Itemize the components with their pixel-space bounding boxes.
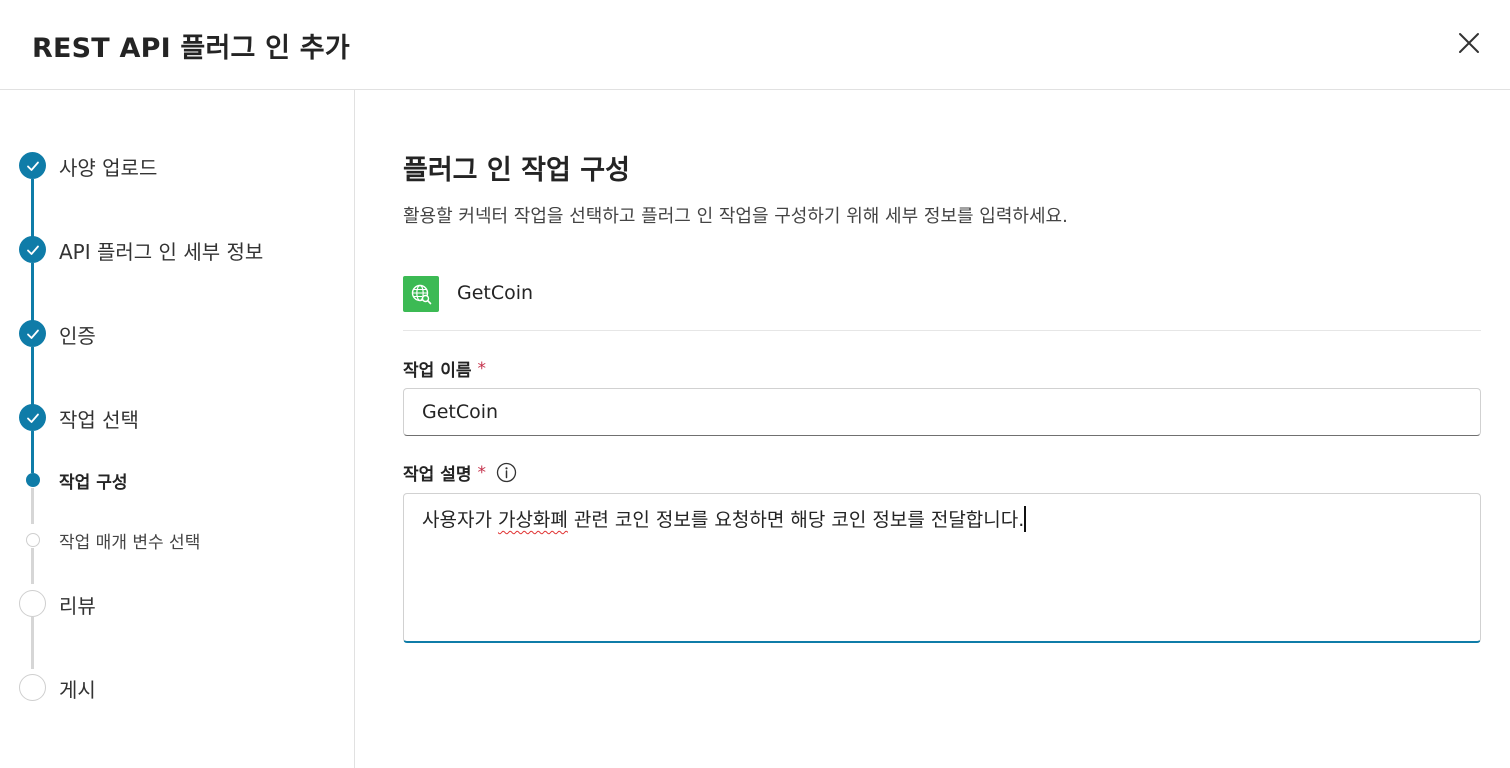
required-asterisk: * — [477, 358, 486, 379]
step-complete-icon — [19, 236, 46, 263]
step-connector — [31, 347, 34, 405]
section-title: 플러그 인 작업 구성 — [403, 155, 630, 186]
checkmark-icon — [26, 245, 39, 255]
step-publish: 게시 — [59, 678, 96, 702]
checkmark-icon — [26, 413, 39, 423]
checkmark-icon — [26, 329, 39, 339]
step-configure-operation[interactable]: 작업 구성 — [59, 468, 127, 493]
step-connector — [31, 548, 34, 584]
operation-icon — [403, 276, 439, 312]
step-connector — [31, 488, 34, 524]
step-authentication[interactable]: 인증 — [59, 320, 96, 349]
checkmark-icon — [26, 161, 39, 171]
section-description: 활용할 커넥터 작업을 선택하고 플러그 인 작업을 구성하기 위해 세부 정보… — [403, 206, 1068, 227]
step-connector — [31, 179, 34, 237]
operation-name-label-text: 작업 이름 — [403, 361, 472, 381]
operation-description-label: 작업 설명 * — [403, 460, 517, 485]
step-complete-icon — [19, 320, 46, 347]
description-text-after: 관련 코인 정보를 요청하면 해당 코인 정보를 전달합니다. — [567, 509, 1025, 531]
step-complete-icon — [19, 152, 46, 179]
main-panel: 플러그 인 작업 구성 활용할 커넥터 작업을 선택하고 플러그 인 작업을 구… — [355, 90, 1510, 768]
step-connector — [31, 431, 34, 473]
operation-description-label-text: 작업 설명 — [403, 465, 472, 485]
add-rest-api-plugin-dialog: REST API 플러그 인 추가 사양 업로드 API 플러그 인 세부 정보 — [0, 0, 1510, 768]
step-plugin-details[interactable]: API 플러그 인 세부 정보 — [59, 236, 263, 265]
globe-search-icon — [411, 284, 432, 305]
step-connector — [31, 617, 34, 669]
step-pending-icon — [19, 590, 46, 617]
close-icon — [1459, 33, 1479, 53]
step-current-icon — [26, 473, 40, 487]
step-pending-icon — [19, 674, 46, 701]
step-select-parameters: 작업 매개 변수 선택 — [59, 533, 201, 553]
close-button[interactable] — [1452, 26, 1486, 60]
step-connector — [31, 263, 34, 321]
step-select-operation[interactable]: 작업 선택 — [59, 404, 139, 433]
description-text-before: 사용자가 — [422, 509, 498, 531]
operation-name-label: 작업 이름 * — [403, 356, 486, 382]
dialog-header: REST API 플러그 인 추가 — [0, 0, 1510, 90]
step-upload-spec[interactable]: 사양 업로드 — [59, 152, 157, 181]
step-complete-icon — [19, 404, 46, 431]
info-icon[interactable] — [496, 462, 517, 483]
text-caret — [1024, 506, 1026, 532]
stepper-sidebar: 사양 업로드 API 플러그 인 세부 정보 인증 작업 선택 작업 구성 작업… — [0, 90, 355, 768]
step-review: 리뷰 — [59, 594, 96, 618]
required-asterisk: * — [477, 462, 486, 483]
operation-name-input[interactable]: GetCoin — [403, 388, 1481, 436]
operation-name: GetCoin — [457, 282, 534, 304]
operation-name-input-value: GetCoin — [422, 401, 499, 423]
step-pending-icon — [26, 533, 40, 547]
misspelled-word: 가상화폐 — [497, 509, 568, 531]
dialog-title: REST API 플러그 인 추가 — [32, 33, 350, 64]
divider — [403, 330, 1481, 331]
operation-description-textarea[interactable]: 사용자가 가상화폐 관련 코인 정보를 요청하면 해당 코인 정보를 전달합니다… — [403, 493, 1481, 643]
